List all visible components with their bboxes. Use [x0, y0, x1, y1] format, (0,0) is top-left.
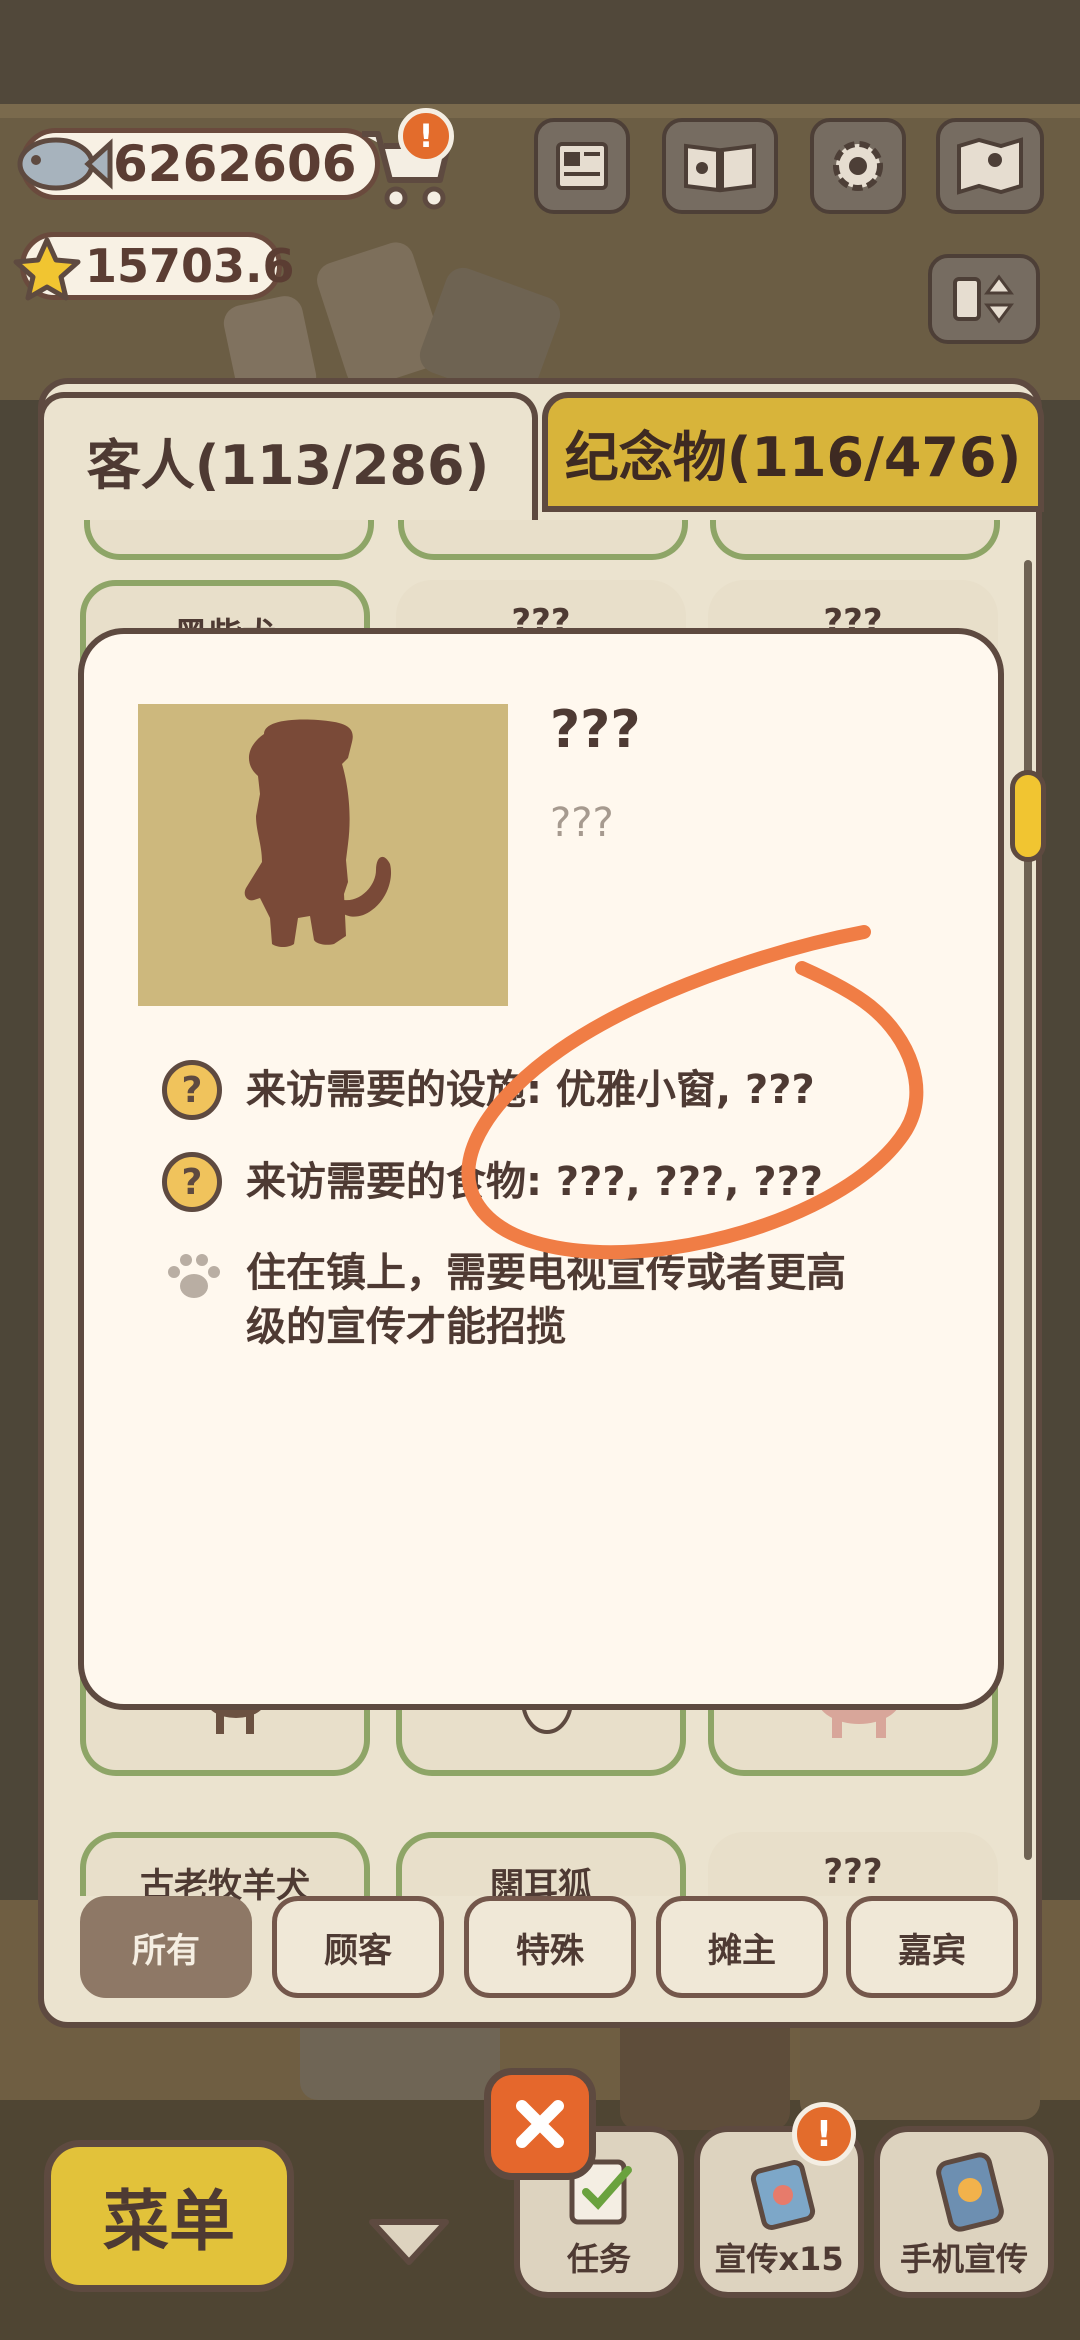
flyer-icon: [750, 2160, 816, 2230]
scrollbar-track[interactable]: [1024, 560, 1032, 1860]
sort-button[interactable]: [928, 254, 1040, 344]
close-icon: [516, 2100, 564, 2148]
scrollbar-thumb[interactable]: [1010, 770, 1046, 862]
card-label: ???: [823, 1852, 883, 1892]
attract-note-line2: 级的宣传才能招揽: [246, 1304, 566, 1350]
card-bat-eared-fox[interactable]: 闊耳狐: [396, 1832, 686, 1906]
newspaper-button[interactable]: [534, 118, 630, 214]
close-modal-button[interactable]: [484, 2068, 596, 2180]
card-partial[interactable]: [398, 520, 688, 560]
fish-icon: [10, 118, 114, 208]
card-partial[interactable]: [710, 520, 1000, 560]
filter-guests[interactable]: 嘉宾: [846, 1896, 1018, 1998]
promo-label: 宣传x15: [714, 2240, 844, 2278]
catalog-book-button[interactable]: [662, 118, 778, 214]
filter-special[interactable]: 特殊: [464, 1896, 636, 1998]
card-partial[interactable]: [84, 520, 374, 560]
star-amount: 15703.6: [85, 239, 295, 293]
paw-book-icon: [684, 143, 756, 193]
tab-guests[interactable]: 客人(113/286): [38, 392, 538, 522]
filter-vendors[interactable]: 摊主: [656, 1896, 828, 1998]
gear-icon: [833, 141, 883, 191]
annotation-circle: [461, 925, 924, 1260]
drawer-decor: [620, 2010, 790, 2130]
filter-customers[interactable]: 顾客: [272, 1896, 444, 1998]
promo-alert-badge: !: [792, 2102, 856, 2166]
paw-icon: [164, 1248, 224, 1304]
tasks-label: 任务: [566, 2240, 631, 2278]
map-icon: [957, 137, 1023, 195]
card-old-shepherd[interactable]: 古老牧羊犬: [80, 1832, 370, 1906]
phone-promo-label: 手机宣传: [899, 2240, 1028, 2278]
filter-all[interactable]: 所有: [80, 1896, 252, 1998]
guest-name: ???: [550, 700, 641, 760]
background-beam: [0, 104, 1080, 118]
map-button[interactable]: [936, 118, 1044, 214]
guest-description: ???: [550, 800, 614, 846]
fish-amount: 6262606: [113, 135, 357, 193]
tab-souvenirs[interactable]: 纪念物(116/476): [542, 392, 1044, 512]
newspaper-icon: [556, 142, 608, 190]
phone-promo-button[interactable]: 手机宣传: [874, 2126, 1054, 2298]
menu-button[interactable]: 菜单: [44, 2140, 294, 2292]
shop-alert-badge: !: [398, 108, 454, 164]
question-icon: ?: [162, 1060, 222, 1120]
sort-icon: [953, 274, 1014, 324]
card-unknown[interactable]: ???: [708, 1832, 998, 1896]
star-icon: [12, 236, 82, 302]
question-icon: ?: [162, 1152, 222, 1212]
collapse-arrow-icon[interactable]: [366, 2214, 452, 2270]
settings-button[interactable]: [810, 118, 906, 214]
phone-icon: [936, 2152, 1004, 2232]
